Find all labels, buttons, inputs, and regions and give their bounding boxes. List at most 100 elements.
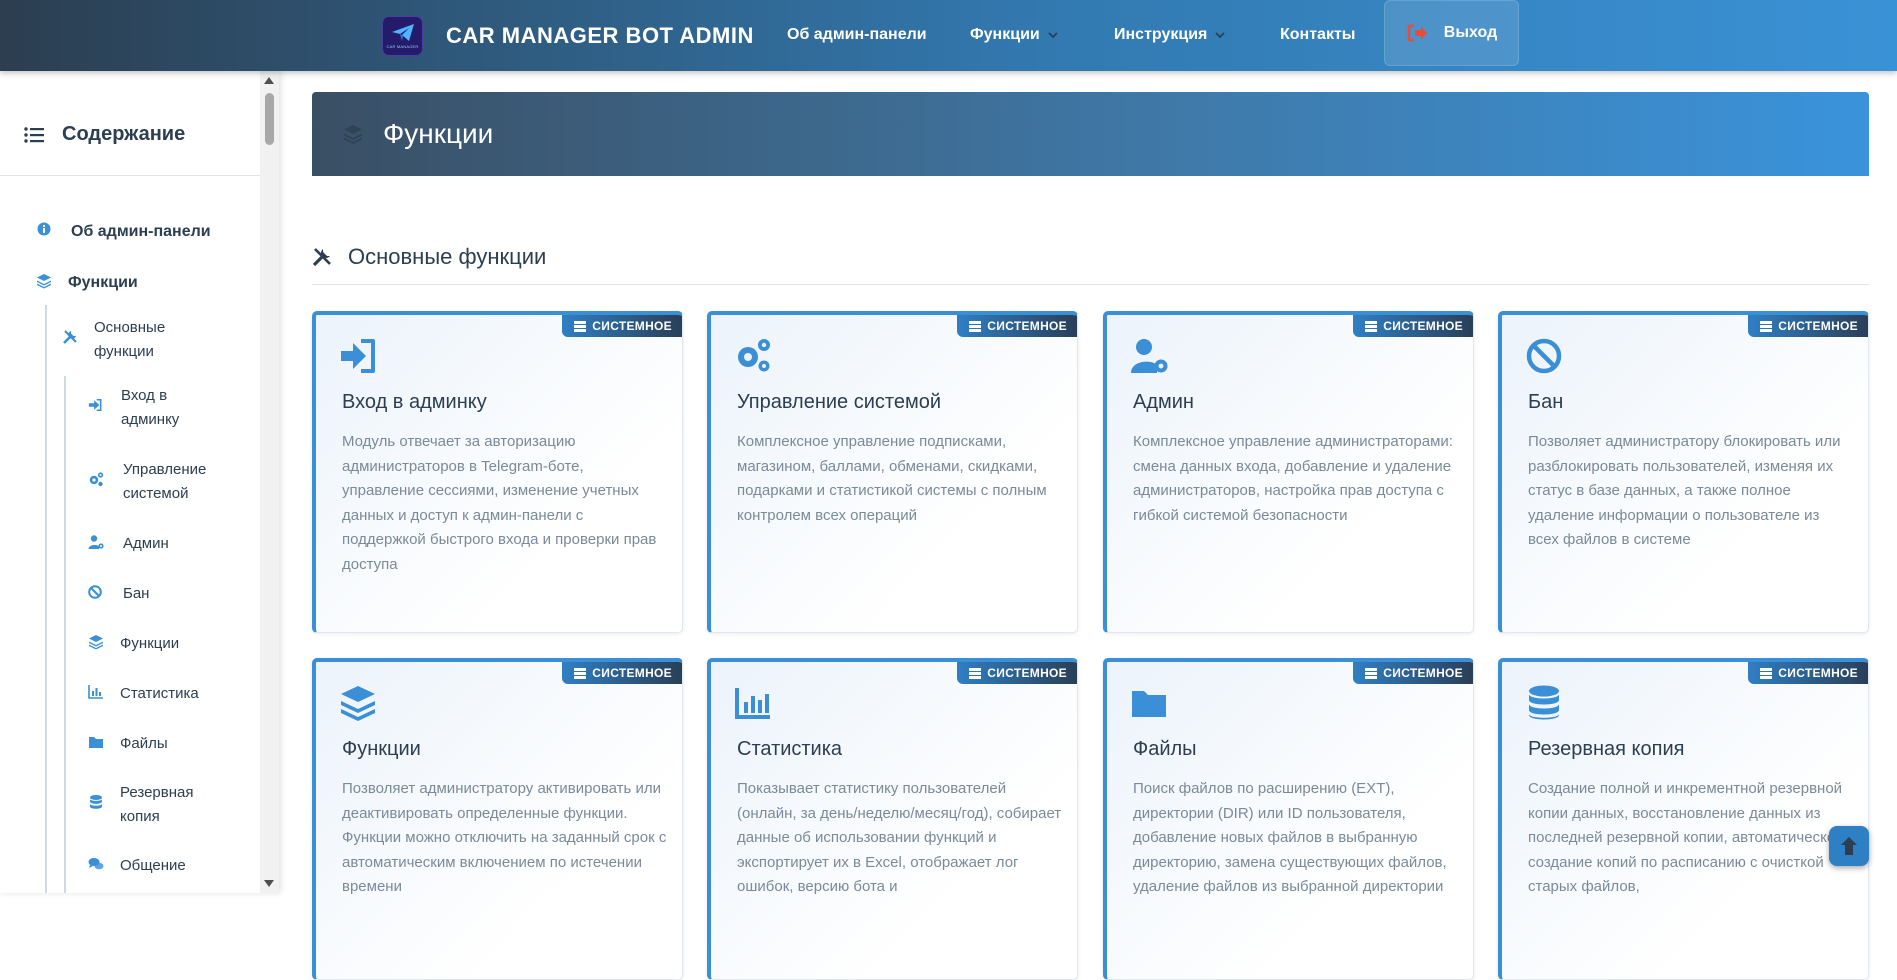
card-title: Статистика xyxy=(737,738,843,760)
system-badge: СИСТЕМНОЕ xyxy=(1353,315,1473,337)
database-icon xyxy=(1525,684,1563,722)
sidebar-item-functions-sub[interactable]: Функции xyxy=(88,632,179,656)
sign-in-icon xyxy=(88,398,102,412)
sidebar-item-files[interactable]: Файлы xyxy=(88,732,168,756)
feature-card[interactable]: СИСТЕМНОЕ Вход в админку Модуль отвечает з… xyxy=(312,311,683,633)
section-divider xyxy=(312,284,1869,285)
logout-button[interactable]: Выход xyxy=(1384,0,1519,66)
feature-card[interactable]: СИСТЕМНОЕ Резервная копия Создание полной … xyxy=(1498,658,1869,980)
sign-in-icon xyxy=(339,337,377,375)
card-description: Позволяет администратору активировать ил… xyxy=(342,780,667,895)
system-badge: СИСТЕМНОЕ xyxy=(1353,662,1473,684)
gears-icon xyxy=(89,472,104,487)
sidebar-item-label: Функции xyxy=(68,274,138,291)
nav-link-functions[interactable]: Функции xyxy=(970,26,1058,44)
badge-label: СИСТЕМНОЕ xyxy=(592,666,672,680)
feature-card[interactable]: СИСТЕМНОЕ Файлы Поиск файлов по расширению… xyxy=(1103,658,1474,980)
comments-icon xyxy=(88,858,104,870)
scroll-down-arrow-icon[interactable] xyxy=(264,880,274,887)
card-title: Вход в админку xyxy=(342,391,487,413)
nav-link-instructions-label: Инструкция xyxy=(1114,26,1208,43)
feature-card[interactable]: СИСТЕМНОЕ Бан Позволяет администратору бло… xyxy=(1498,311,1869,633)
feature-card[interactable]: СИСТЕМНОЕ Функции Позволяет администратору… xyxy=(312,658,683,980)
list-icon xyxy=(24,126,44,143)
badge-label: СИСТЕМНОЕ xyxy=(987,666,1067,680)
card-title: Файлы xyxy=(1133,738,1197,760)
sidebar-item-system[interactable]: Управление системой xyxy=(88,458,238,506)
card-title: Админ xyxy=(1133,391,1194,413)
database-icon xyxy=(90,795,102,809)
layers-icon xyxy=(339,684,377,722)
feature-card[interactable]: СИСТЕМНОЕ Админ Комплексное управление адм… xyxy=(1103,311,1474,633)
page-header: Функции xyxy=(312,92,1869,176)
info-icon xyxy=(37,222,51,236)
sidebar-item-stats[interactable]: Статистика xyxy=(88,682,199,706)
sidebar-item-label: Статистика xyxy=(120,685,199,702)
paper-plane-logo-icon xyxy=(391,24,414,41)
server-icon xyxy=(1365,320,1378,332)
ban-icon xyxy=(1525,337,1563,375)
badge-label: СИСТЕМНОЕ xyxy=(1778,319,1858,333)
badge-label: СИСТЕМНОЕ xyxy=(1383,666,1463,680)
chart-icon xyxy=(88,685,103,699)
card-description: Создание полной и инкрементной резервной… xyxy=(1528,780,1844,895)
user-gear-icon xyxy=(88,535,104,549)
card-title: Управление системой xyxy=(737,391,942,413)
card-description: Поиск файлов по расширению (EXT), директ… xyxy=(1133,780,1447,895)
sidebar-item-ban[interactable]: Бан xyxy=(88,582,149,606)
server-icon xyxy=(574,667,587,679)
brand-logo[interactable]: CAR MANAGER xyxy=(382,16,423,56)
nav-link-contacts-label: Контакты xyxy=(1280,26,1356,43)
section-title: Основные функции xyxy=(348,244,547,269)
sidebar-item-chat[interactable]: Общение xyxy=(88,854,186,878)
arrow-up-icon xyxy=(1841,837,1857,855)
sidebar-title: Содержание xyxy=(62,123,186,145)
badge-label: СИСТЕМНОЕ xyxy=(1778,666,1858,680)
card-description: Позволяет администратору блокировать или… xyxy=(1528,433,1841,548)
scroll-up-arrow-icon[interactable] xyxy=(264,77,274,84)
feature-card[interactable]: СИСТЕМНОЕ Статистика Показывает статистику… xyxy=(707,658,1078,980)
logout-label: Выход xyxy=(1443,24,1498,41)
sidebar-item-main-functions[interactable]: Основные функции xyxy=(62,316,212,364)
nav-link-instructions[interactable]: Инструкция xyxy=(1114,26,1226,44)
scroll-thumb[interactable] xyxy=(265,93,274,145)
nav-link-contacts[interactable]: Контакты xyxy=(1280,26,1355,44)
badge-label: СИСТЕМНОЕ xyxy=(987,319,1067,333)
sidebar-header: Содержание xyxy=(24,123,185,146)
gears-icon xyxy=(734,337,772,375)
card-title: Бан xyxy=(1528,391,1564,413)
sidebar-item-functions[interactable]: Функции xyxy=(36,271,138,295)
layers-icon xyxy=(37,274,51,289)
feature-card[interactable]: СИСТЕМНОЕ Управление системой Комплексное … xyxy=(707,311,1078,633)
tools-icon xyxy=(312,248,331,267)
system-badge: СИСТЕМНОЕ xyxy=(1748,662,1868,684)
server-icon xyxy=(969,320,982,332)
user-gear-icon xyxy=(1130,337,1168,375)
sidebar-item-about[interactable]: Об админ-панели xyxy=(37,220,211,244)
brand-title[interactable]: CAR MANAGER BOT ADMIN xyxy=(446,23,754,49)
nav-link-functions-label: Функции xyxy=(970,26,1040,43)
nav-link-about[interactable]: Об админ-панели xyxy=(787,26,927,44)
sidebar-tree-line xyxy=(64,376,66,893)
sidebar-item-label: Бан xyxy=(123,585,150,602)
section-header: Основные функции xyxy=(312,244,546,270)
server-icon xyxy=(1760,667,1773,679)
sidebar-scrollbar[interactable] xyxy=(260,71,279,893)
sidebar-item-label: Админ xyxy=(123,535,169,552)
server-icon xyxy=(574,320,587,332)
sidebar-item-admin[interactable]: Админ xyxy=(88,532,169,556)
chart-icon xyxy=(734,684,772,722)
card-description: Комплексное управление подписками, магаз… xyxy=(737,433,1047,524)
sidebar-item-label: Резервная копия xyxy=(120,784,194,825)
layers-icon xyxy=(344,125,362,144)
sidebar-item-backup-entry[interactable]: Резервная копия xyxy=(88,781,228,829)
sidebar-item-login[interactable]: Вход в админку xyxy=(88,384,228,432)
page-title: Функции xyxy=(383,118,494,149)
system-badge: СИСТЕМНОЕ xyxy=(957,315,1077,337)
sidebar-tree-line xyxy=(45,305,47,893)
system-badge: СИСТЕМНОЕ xyxy=(1748,315,1868,337)
back-to-top-button[interactable] xyxy=(1829,826,1869,866)
card-title: Функции xyxy=(342,738,421,760)
badge-label: СИСТЕМНОЕ xyxy=(592,319,672,333)
sidebar-item-label: Общение xyxy=(120,857,186,874)
